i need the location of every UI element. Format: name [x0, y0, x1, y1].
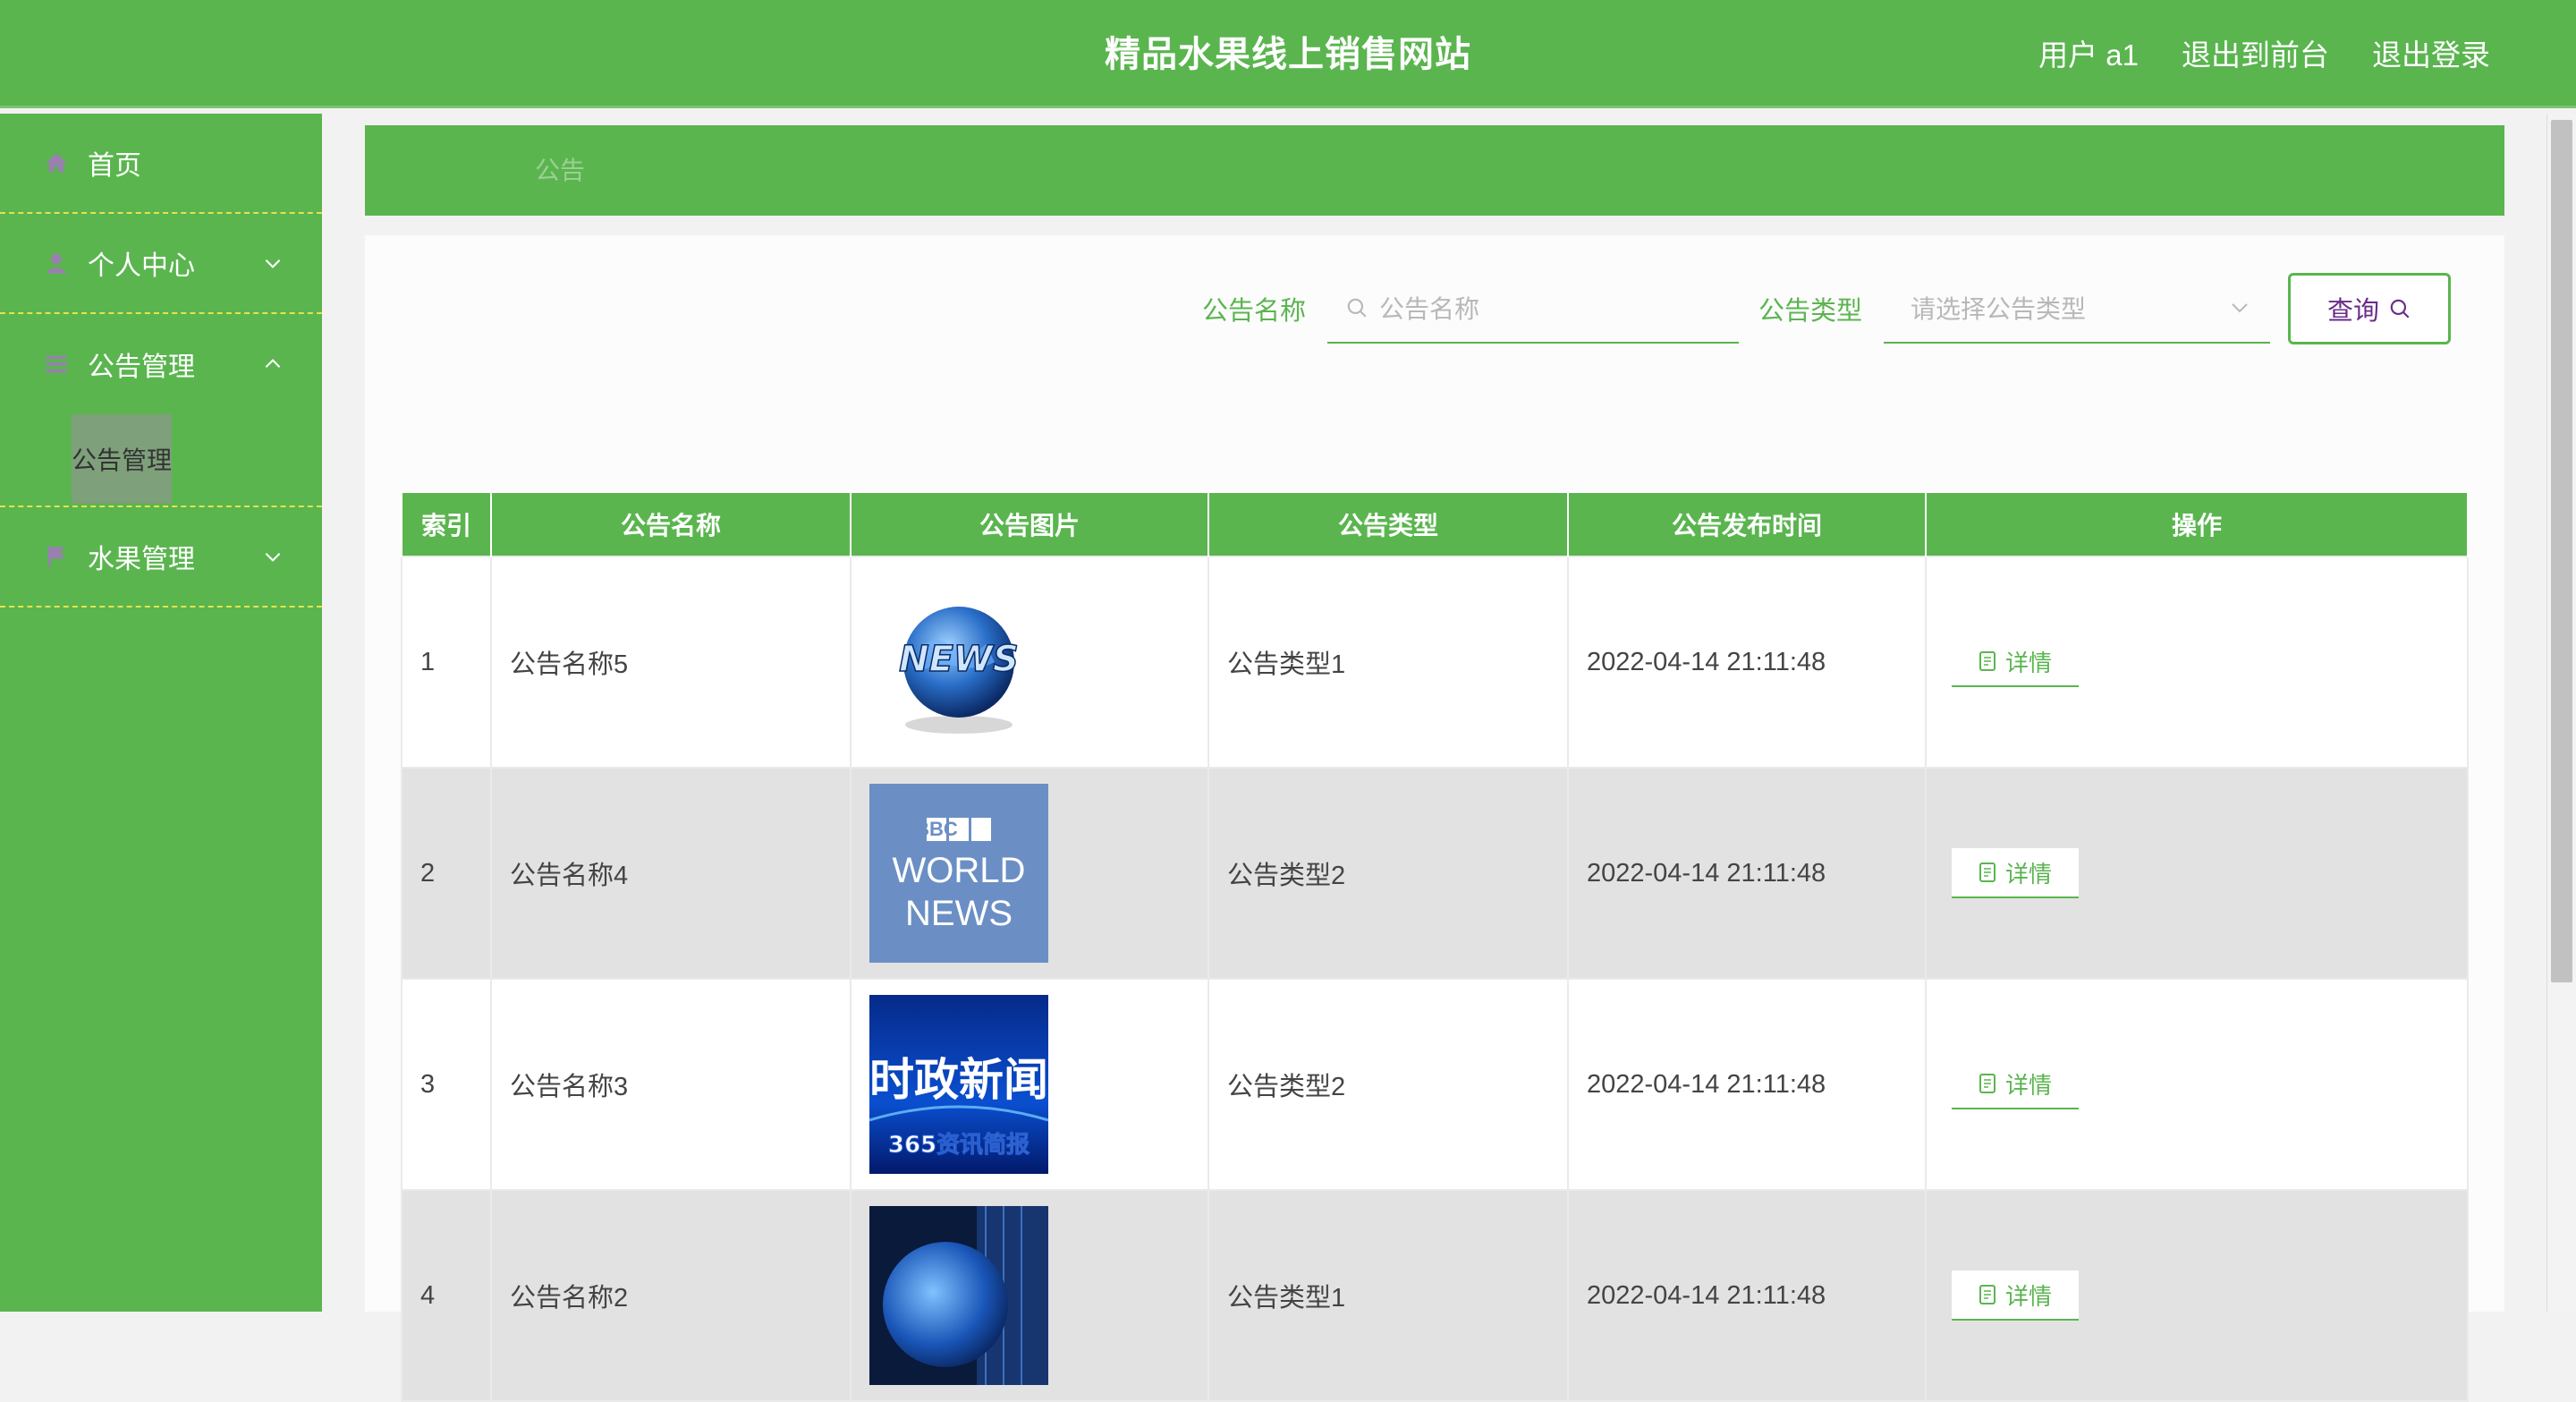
- bbc-world-text: WORLD: [893, 851, 1026, 890]
- politics-news-title: 时政新闻: [869, 1054, 1048, 1106]
- cell-publish-time: 2022-04-14 21:11:48: [1567, 1189, 1927, 1402]
- logout-link[interactable]: 退出登录: [2372, 31, 2490, 74]
- sidebar-item-home[interactable]: 首页: [0, 114, 322, 214]
- breadcrumb-current: 公告: [535, 157, 586, 184]
- svg-text:NEWS: NEWS: [899, 639, 1019, 680]
- header-links: 用户 a1 退出到前台 退出登录: [2038, 0, 2490, 106]
- scrollbar-thumb[interactable]: [2551, 120, 2572, 982]
- chevron-down-icon: [265, 259, 281, 268]
- sidebar-item-fruits[interactable]: 水果管理: [0, 507, 322, 608]
- sidebar-item-label: 个人中心: [88, 251, 195, 281]
- cell-type: 公告类型1: [1208, 556, 1569, 769]
- query-button[interactable]: 查询: [2288, 273, 2451, 344]
- cell-publish-time: 2022-04-14 21:11:48: [1567, 767, 1927, 980]
- cell-image: NEWS: [850, 556, 1209, 769]
- type-filter-label: 公告类型: [1758, 297, 1862, 326]
- cell-actions: 详情: [1925, 556, 2469, 769]
- flag-icon: [43, 543, 70, 570]
- detail-button-label: 详情: [2004, 860, 2052, 888]
- cell-index: 4: [401, 1189, 492, 1402]
- bbc-letter-b1: BBC: [915, 818, 958, 840]
- cell-image: BBC WORLD NEWS: [850, 767, 1209, 980]
- cell-publish-time: 2022-04-14 21:11:48: [1567, 556, 1927, 769]
- politics-news-image: 时政新闻 365资讯简报: [869, 995, 1048, 1174]
- detail-button-label: 详情: [2004, 1071, 2052, 1099]
- cell-actions: 详情: [1925, 1189, 2469, 1402]
- cell-name: 公告名称2: [490, 1189, 852, 1402]
- detail-button[interactable]: 详情: [1952, 1059, 2079, 1109]
- cell-name: 公告名称5: [490, 556, 852, 769]
- detail-button[interactable]: 详情: [1952, 1270, 2079, 1321]
- cell-index: 2: [401, 767, 492, 980]
- announcements-submenu: 公告管理: [0, 414, 322, 507]
- sidebar: 首页 个人中心 公告管理 公告管理 水果管理: [0, 114, 322, 1312]
- table-row: 1 公告名称5 NEWS 公告类型1 2022-04-14 21:11:48 详…: [401, 556, 2469, 769]
- top-header: 精品水果线上销售网站 用户 a1 退出到前台 退出登录: [0, 0, 2576, 108]
- cell-index: 1: [401, 556, 492, 769]
- bbc-world-news-image: BBC WORLD NEWS: [869, 784, 1048, 963]
- main-content: 公告 公告名称 公告名称 公告类型 请选择公告类型 查询 索引 公告名称 公告图…: [322, 114, 2547, 1402]
- column-header-actions: 操作: [1925, 491, 2469, 557]
- search-icon: [1347, 298, 1367, 318]
- table-row: 3 公告名称3 时政新闻 365资讯简报 公告类型2 2022-04-14 21…: [401, 978, 2469, 1191]
- news-globe-image: NEWS: [869, 573, 1048, 752]
- bbc-news-text: NEWS: [905, 894, 1013, 933]
- name-filter-label: 公告名称: [1201, 297, 1306, 326]
- cell-publish-time: 2022-04-14 21:11:48: [1567, 978, 1927, 1191]
- document-icon: [1979, 1074, 1996, 1093]
- cell-actions: 详情: [1925, 978, 2469, 1191]
- sidebar-item-announcements[interactable]: 公告管理: [0, 314, 322, 414]
- detail-button-label: 详情: [2004, 1282, 2052, 1310]
- table-header-row: 索引 公告名称 公告图片 公告类型 公告发布时间 操作: [401, 491, 2469, 557]
- detail-button-label: 详情: [2004, 649, 2052, 676]
- chevron-up-icon: [265, 359, 281, 369]
- user-icon: [43, 250, 70, 276]
- type-select[interactable]: 请选择公告类型: [1884, 274, 2270, 344]
- sidebar-item-label: 首页: [88, 151, 141, 181]
- column-header-index: 索引: [401, 491, 492, 557]
- column-header-image: 公告图片: [850, 491, 1209, 557]
- column-header-publish-time: 公告发布时间: [1567, 491, 1927, 557]
- breadcrumb: 公告: [365, 125, 2504, 216]
- detail-button[interactable]: 详情: [1952, 848, 2079, 898]
- sidebar-item-profile[interactable]: 个人中心: [0, 214, 322, 314]
- list-panel: 公告名称 公告名称 公告类型 请选择公告类型 查询 索引 公告名称 公告图片 公…: [365, 235, 2504, 1402]
- cell-type: 公告类型2: [1208, 767, 1569, 980]
- cell-image: 时政新闻 365资讯简报: [850, 978, 1209, 1191]
- name-search-input[interactable]: 公告名称: [1326, 274, 1739, 344]
- menu-icon: [43, 351, 70, 378]
- document-icon: [1979, 1285, 1996, 1304]
- cell-type: 公告类型1: [1208, 1189, 1569, 1402]
- name-search-placeholder: 公告名称: [1378, 295, 1479, 323]
- sidebar-item-label: 水果管理: [88, 545, 195, 574]
- announcement-table: 索引 公告名称 公告图片 公告类型 公告发布时间 操作 1 公告名称5 NEWS…: [401, 491, 2469, 1402]
- cell-image: [850, 1189, 1209, 1402]
- table-row: 4 公告名称2 公告类型1 2022-04-14 21:11:48 详情: [401, 1189, 2469, 1402]
- cell-name: 公告名称4: [490, 767, 852, 980]
- query-button-label: 查询: [2326, 297, 2379, 326]
- search-bar: 公告名称 公告名称 公告类型 请选择公告类型 查询: [1202, 271, 2451, 346]
- sidebar-item-label: 公告管理: [88, 353, 195, 382]
- home-icon: [43, 149, 70, 176]
- column-header-name: 公告名称: [490, 491, 852, 557]
- cell-name: 公告名称3: [490, 978, 852, 1191]
- document-icon: [1979, 862, 1996, 882]
- current-user-link[interactable]: 用户 a1: [2038, 31, 2139, 74]
- column-header-type: 公告类型: [1208, 491, 1569, 557]
- exit-to-frontend-link[interactable]: 退出到前台: [2182, 31, 2329, 74]
- detail-button[interactable]: 详情: [1952, 637, 2079, 687]
- type-select-placeholder: 请选择公告类型: [1911, 295, 2087, 323]
- search-icon: [2390, 299, 2410, 319]
- politics-news-subtitle: 365资讯简报: [888, 1131, 1030, 1159]
- document-icon: [1979, 651, 1996, 671]
- table-row: 2 公告名称4 BBC WORLD NEWS 公告类型2 2022-04-14 …: [401, 767, 2469, 980]
- sidebar-subitem-announcement-management[interactable]: 公告管理: [72, 414, 172, 504]
- cell-index: 3: [401, 978, 492, 1191]
- chevron-down-icon: [265, 552, 281, 562]
- cell-actions: 详情: [1925, 767, 2469, 980]
- cell-type: 公告类型2: [1208, 978, 1569, 1191]
- globe-tech-image: [869, 1206, 1048, 1385]
- chevron-down-icon: [2232, 303, 2248, 313]
